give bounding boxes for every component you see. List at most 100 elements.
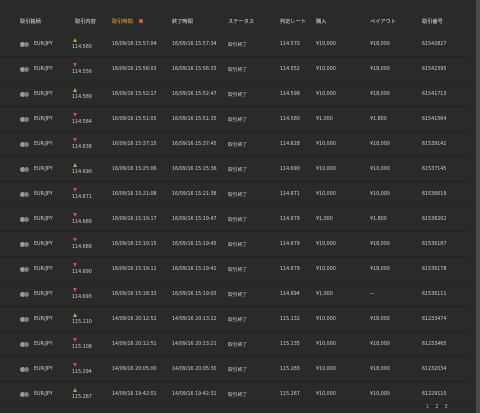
payout-amount: ¥18,000 [370, 366, 390, 372]
table-row[interactable]: EUR/JPY 115.108 14/09/16 20:12:51 14/09/… [0, 332, 470, 357]
end-time: 16/09/16 15:19:45 [172, 241, 217, 247]
entry-price: 114.693 [72, 295, 92, 300]
table-row[interactable]: EUR/JPY 114.689 16/09/16 15:19:17 16/09/… [0, 207, 470, 232]
entry-price: 115.267 [72, 395, 92, 400]
table-row[interactable]: EUR/JPY 114.690 16/09/16 15:25:06 16/09/… [0, 157, 470, 182]
header-rate[interactable]: 判定レート [280, 18, 306, 25]
arrow-down-icon [73, 63, 77, 67]
direction-cell: 115.108 [72, 332, 92, 356]
entry-price: 114.556 [72, 70, 92, 75]
header-status[interactable]: ステータス [228, 18, 254, 25]
currency-pair-icon [20, 316, 30, 322]
start-time: 14/09/16 20:12:51 [112, 341, 157, 347]
trade-id: 61541564 [422, 116, 447, 122]
header-end-time[interactable]: 終了時間 [172, 18, 193, 25]
asset-label: EUR/JPY [34, 216, 53, 222]
page-link[interactable]: 2 [435, 404, 438, 410]
start-time: 16/09/16 15:19:17 [112, 216, 157, 222]
asset-cell: EUR/JPY [20, 32, 53, 56]
trade-id: 61537145 [422, 166, 447, 172]
asset-label: EUR/JPY [34, 91, 53, 97]
entry-price: 114.589 [72, 95, 92, 100]
currency-pair-icon [20, 216, 30, 222]
asset-cell: EUR/JPY [20, 82, 53, 106]
table-row[interactable]: EUR/JPY 114.584 16/09/16 15:51:05 16/09/… [0, 107, 470, 132]
direction-cell: 114.556 [72, 57, 92, 81]
currency-pair-icon [20, 391, 30, 397]
scrollbar[interactable] [476, 0, 480, 413]
end-time: 16/09/16 15:19:41 [172, 266, 217, 272]
start-time: 16/09/16 15:19:11 [112, 266, 157, 272]
payout-amount: ¥18,000 [370, 141, 390, 147]
asset-cell: EUR/JPY [20, 307, 53, 331]
end-time: 16/09/16 15:56:33 [172, 66, 217, 72]
settlement-rate: 114.690 [280, 166, 300, 172]
end-time: 16/09/16 15:51:35 [172, 116, 217, 122]
start-time: 14/09/16 19:42:01 [112, 391, 157, 397]
entry-price: 114.560 [72, 45, 92, 50]
page-link[interactable]: 1 [426, 404, 429, 410]
buy-amount: ¥10,000 [316, 366, 336, 372]
status: 取引終了 [228, 92, 248, 98]
table-row[interactable]: EUR/JPY 115.110 14/09/16 20:12:52 14/09/… [0, 307, 470, 332]
end-time: 14/09/16 20:05:30 [172, 366, 217, 372]
arrow-down-icon [73, 338, 77, 342]
table-row[interactable]: EUR/JPY 115.267 14/09/16 19:42:01 14/09/… [0, 382, 470, 407]
currency-pair-icon [20, 291, 30, 297]
header-start-time[interactable]: 取引時間 [112, 18, 143, 25]
header-buy[interactable]: 購入 [316, 18, 326, 25]
status: 取引終了 [228, 117, 248, 123]
payout-amount: ¥18,000 [370, 241, 390, 247]
entry-price: 115.108 [72, 345, 92, 350]
arrow-down-icon [73, 363, 77, 367]
status: 取引終了 [228, 242, 248, 248]
table-row[interactable]: EUR/JPY 114.589 16/09/16 15:52:17 16/09/… [0, 82, 470, 107]
header-trade-id[interactable]: 取引番号 [422, 18, 443, 25]
header-asset[interactable]: 取引銘柄 [20, 18, 41, 25]
arrow-up-icon [73, 163, 77, 167]
table-row[interactable]: EUR/JPY 115.294 14/09/16 20:05:00 14/09/… [0, 357, 470, 382]
page-link[interactable]: 3 [444, 404, 447, 410]
buy-amount: ¥10,000 [316, 166, 336, 172]
end-time: 14/09/16 19:42:31 [172, 391, 217, 397]
asset-cell: EUR/JPY [20, 257, 53, 281]
asset-cell: EUR/JPY [20, 107, 53, 131]
trade-id: 61536111 [422, 291, 447, 297]
direction-cell: 114.584 [72, 107, 92, 131]
settlement-rate: 114.679 [280, 216, 300, 222]
start-time: 16/09/16 15:57:04 [112, 41, 157, 47]
table-row[interactable]: EUR/JPY 114.689 16/09/16 15:19:15 16/09/… [0, 232, 470, 257]
trade-id: 61542395 [422, 66, 447, 72]
start-time: 16/09/16 15:25:06 [112, 166, 157, 172]
asset-cell: EUR/JPY [20, 357, 53, 381]
entry-price: 114.690 [72, 270, 92, 275]
table-row[interactable]: EUR/JPY 114.638 16/09/16 15:37:15 16/09/… [0, 132, 470, 157]
entry-price: 114.638 [72, 145, 92, 150]
table-row[interactable]: EUR/JPY 114.560 16/09/16 15:57:04 16/09/… [0, 32, 470, 57]
table-row[interactable]: EUR/JPY 114.556 16/09/16 15:56:03 16/09/… [0, 57, 470, 82]
payout-amount: ¥18,000 [370, 266, 390, 272]
status: 取引終了 [228, 142, 248, 148]
arrow-down-icon [73, 288, 77, 292]
asset-label: EUR/JPY [34, 141, 53, 147]
payout-amount: ¥18,000 [370, 316, 390, 322]
end-time: 16/09/16 15:21:38 [172, 191, 217, 197]
buy-amount: ¥10,000 [316, 191, 336, 197]
end-time: 16/09/16 15:37:45 [172, 141, 217, 147]
settlement-rate: 114.628 [280, 141, 300, 147]
asset-label: EUR/JPY [34, 166, 53, 172]
header-direction[interactable]: 取引内容 [75, 18, 96, 25]
table-row[interactable]: EUR/JPY 114.693 16/09/16 15:18:33 16/09/… [0, 282, 470, 307]
start-time: 16/09/16 15:52:17 [112, 91, 157, 97]
settlement-rate: 114.570 [280, 41, 300, 47]
settlement-rate: 114.694 [280, 291, 300, 297]
status: 取引終了 [228, 42, 248, 48]
table-row[interactable]: EUR/JPY 114.671 16/09/16 15:21:08 16/09/… [0, 182, 470, 207]
start-time: 14/09/16 20:12:52 [112, 316, 157, 322]
header-payout[interactable]: ペイアウト [370, 18, 396, 25]
sort-icon [138, 19, 143, 23]
buy-amount: ¥10,000 [316, 266, 336, 272]
table-row[interactable]: EUR/JPY 114.690 16/09/16 15:19:11 16/09/… [0, 257, 470, 282]
asset-cell: EUR/JPY [20, 332, 53, 356]
entry-price: 114.689 [72, 245, 92, 250]
